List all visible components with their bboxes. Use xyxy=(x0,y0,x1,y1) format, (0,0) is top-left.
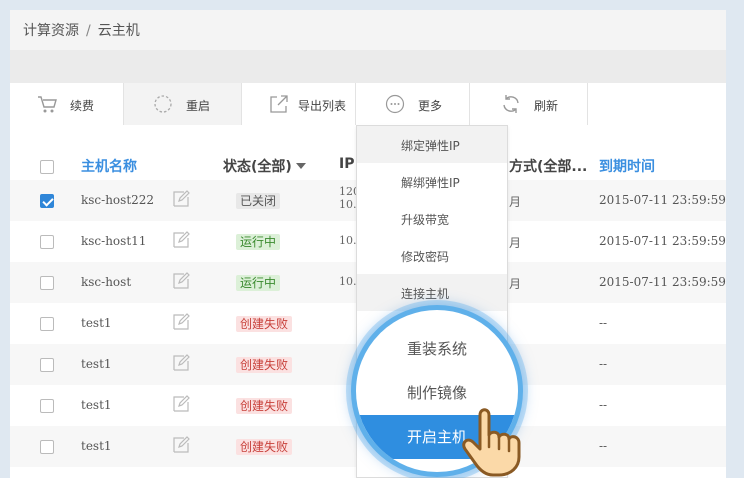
header-ip: IP xyxy=(339,156,355,172)
host-name: test1 xyxy=(81,316,112,330)
refresh-button[interactable]: 刷新 xyxy=(470,83,588,125)
header-status-filter[interactable]: 状态(全部) xyxy=(223,156,292,176)
restart-icon xyxy=(154,95,172,113)
edit-icon[interactable] xyxy=(171,394,191,414)
expire-time: 2015-07-11 23:59:59 xyxy=(599,234,726,248)
row-checkbox[interactable] xyxy=(40,194,54,208)
menu-item-unbind-eip[interactable]: 解绑弹性IP xyxy=(357,163,507,200)
row-checkbox[interactable] xyxy=(40,399,54,413)
export-button[interactable]: 导出列表 xyxy=(242,83,356,125)
pay-type: 月 xyxy=(509,236,522,250)
menu-item-reinstall-system[interactable]: 重装系统 xyxy=(356,327,518,371)
edit-icon[interactable] xyxy=(171,271,191,291)
more-label: 更多 xyxy=(418,99,443,113)
toolbar: 续费 重启 导出列表 更多 刷新 xyxy=(10,83,726,125)
host-name: test1 xyxy=(81,357,112,371)
status-badge: 运行中 xyxy=(236,234,281,250)
restart-button[interactable]: 重启 xyxy=(124,83,242,125)
caret-down-icon[interactable] xyxy=(296,163,306,170)
renew-button[interactable]: 续费 xyxy=(10,83,124,125)
pointer-hand-icon xyxy=(462,408,521,477)
refresh-label: 刷新 xyxy=(534,99,559,113)
expire-time: -- xyxy=(599,439,608,453)
breadcrumb-current: 云主机 xyxy=(97,23,140,39)
breadcrumb-separator: / xyxy=(86,23,91,39)
expire-time: 2015-07-11 23:59:59 xyxy=(599,275,726,289)
row-checkbox[interactable] xyxy=(40,440,54,454)
renew-label: 续费 xyxy=(70,99,95,113)
export-icon xyxy=(270,95,288,113)
row-checkbox[interactable] xyxy=(40,317,54,331)
expire-time: 2015-07-11 23:59:59 xyxy=(599,193,726,207)
edit-icon[interactable] xyxy=(171,189,191,209)
more-button[interactable]: 更多 xyxy=(356,83,470,125)
menu-item-bind-eip[interactable]: 绑定弹性IP xyxy=(357,126,507,163)
expire-time: -- xyxy=(599,316,608,330)
host-name: ksc-host222 xyxy=(81,193,155,207)
status-badge: 创建失败 xyxy=(236,357,293,373)
edit-icon[interactable] xyxy=(171,312,191,332)
status-badge: 创建失败 xyxy=(236,439,293,455)
expire-time: -- xyxy=(599,398,608,412)
host-name: test1 xyxy=(81,439,112,453)
breadcrumb: 计算资源 / 云主机 xyxy=(10,10,726,50)
main-window: 计算资源 / 云主机 续费 重启 导出列表 更多 刷新 主机名称 状态(全部) IP… xyxy=(10,10,726,478)
header-band xyxy=(10,50,726,83)
pay-type: 月 xyxy=(509,195,522,209)
pay-type: 月 xyxy=(509,277,522,291)
menu-item-upgrade-bandwidth[interactable]: 升级带宽 xyxy=(357,200,507,237)
edit-icon[interactable] xyxy=(171,353,191,373)
row-checkbox[interactable] xyxy=(40,358,54,372)
edit-icon[interactable] xyxy=(171,230,191,250)
header-expire[interactable]: 到期时间 xyxy=(599,156,655,176)
header-pay-filter[interactable]: 方式(全部... xyxy=(509,156,587,176)
select-all-checkbox[interactable] xyxy=(40,160,54,174)
row-checkbox[interactable] xyxy=(40,235,54,249)
edit-icon[interactable] xyxy=(171,435,191,455)
status-badge: 创建失败 xyxy=(236,316,293,332)
menu-item-change-password[interactable]: 修改密码 xyxy=(357,237,507,274)
host-name: test1 xyxy=(81,398,112,412)
ip-address: 10. xyxy=(339,234,357,247)
export-label: 导出列表 xyxy=(298,99,347,113)
refresh-icon xyxy=(503,95,519,113)
status-badge: 已关闭 xyxy=(236,193,281,209)
status-badge: 运行中 xyxy=(236,275,281,291)
host-name: ksc-host xyxy=(81,275,132,289)
more-icon xyxy=(385,94,405,114)
cart-icon xyxy=(38,96,57,113)
expire-time: -- xyxy=(599,357,608,371)
restart-label: 重启 xyxy=(186,99,211,113)
status-badge: 创建失败 xyxy=(236,398,293,414)
header-name[interactable]: 主机名称 xyxy=(81,156,137,176)
host-name: ksc-host11 xyxy=(81,234,147,248)
ip-address: 10. xyxy=(339,275,357,288)
row-checkbox[interactable] xyxy=(40,276,54,290)
breadcrumb-root[interactable]: 计算资源 xyxy=(23,23,79,39)
